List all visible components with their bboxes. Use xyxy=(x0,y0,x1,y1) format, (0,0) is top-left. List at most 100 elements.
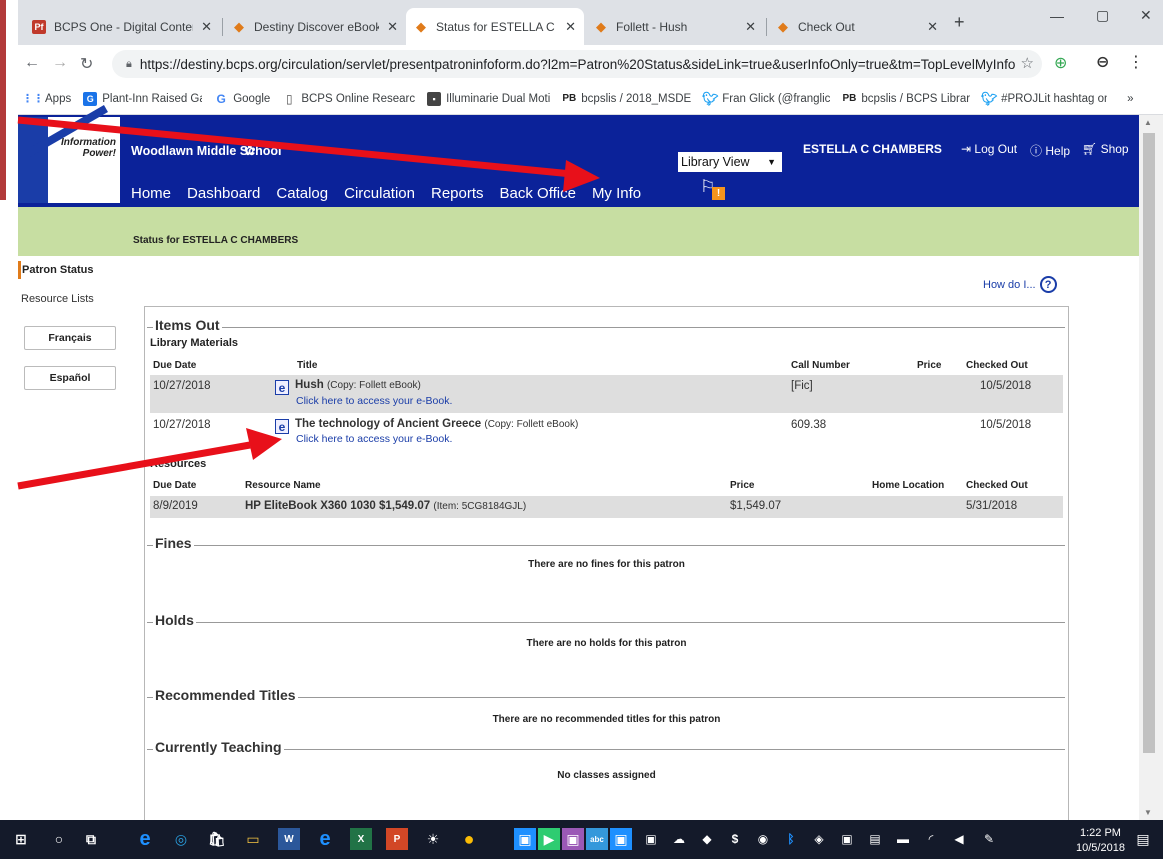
maximize-button[interactable]: ▢ xyxy=(1096,7,1109,24)
ebook-access-link[interactable]: Click here to access your e-Book. xyxy=(296,395,452,407)
bookmark-apps[interactable]: ⋮⋮ Apps xyxy=(22,91,71,106)
alert-badge[interactable]: ! xyxy=(712,187,725,200)
word-icon[interactable]: W xyxy=(278,828,300,850)
extension-icon[interactable]: ⊕ xyxy=(1054,53,1067,73)
cortana-icon[interactable]: ◎ xyxy=(170,828,192,850)
more-bookmarks-icon[interactable]: » xyxy=(1127,93,1133,105)
app-icon[interactable]: ▣ xyxy=(514,828,536,850)
espanol-button[interactable]: Español xyxy=(24,366,116,390)
close-icon[interactable]: ✕ xyxy=(745,19,756,35)
bookmark-plant-inn[interactable]: G Plant-Inn Raised Gar xyxy=(83,91,202,106)
store-icon[interactable]: 🛍︎ xyxy=(206,828,228,850)
bookmark-star-icon[interactable]: ☆ xyxy=(1021,54,1034,72)
tray-icon[interactable]: ▣ xyxy=(836,828,858,850)
file-explorer-icon[interactable]: ▭ xyxy=(242,828,264,850)
dollar-icon[interactable]: $ xyxy=(724,828,746,850)
app-icon[interactable]: ▣ xyxy=(610,828,632,850)
nav-catalog[interactable]: Catalog xyxy=(276,185,328,202)
gear-icon[interactable]: ✿ xyxy=(244,142,256,159)
bookmark-bcps-librar[interactable]: PB bcpslis / BCPS Librar xyxy=(842,91,970,106)
tab-check-out[interactable]: ◆ Check Out ✕ xyxy=(768,8,946,45)
scroll-thumb[interactable] xyxy=(1143,133,1155,753)
app-icon[interactable]: abc xyxy=(586,828,608,850)
bluetooth-icon[interactable]: ᛒ xyxy=(780,828,802,850)
bookmark-fran-glick[interactable]: 🐦︎ Fran Glick (@franglic xyxy=(702,91,830,106)
google-icon: G xyxy=(214,91,229,106)
search-icon[interactable]: ○ xyxy=(48,828,70,850)
profile-icon[interactable]: ⊖ xyxy=(1096,52,1109,72)
app-icon[interactable]: ▶ xyxy=(538,828,560,850)
powerpoint-icon[interactable]: P xyxy=(386,828,408,850)
bookmark-msde[interactable]: PB bcpslis / 2018_MSDE xyxy=(562,91,691,106)
notifications-icon[interactable]: ▤ xyxy=(1132,828,1154,850)
nav-circulation[interactable]: Circulation xyxy=(344,185,415,202)
tab-destiny-discover[interactable]: ◆ Destiny Discover eBooks ✕ xyxy=(224,8,406,45)
left-edge-strip xyxy=(0,0,18,820)
user-name: ESTELLA C CHAMBERS xyxy=(803,142,942,156)
nav-home[interactable]: Home xyxy=(131,185,171,202)
library-view-select[interactable]: Library View ▼ xyxy=(678,152,782,172)
help-link[interactable]: ⓘ Help xyxy=(1030,142,1070,159)
tab-status[interactable]: ◆ Status for ESTELLA C CHAMB ✕ xyxy=(406,8,584,45)
new-tab-button[interactable]: + xyxy=(954,12,965,33)
scroll-up-icon[interactable]: ▲ xyxy=(1144,118,1152,127)
tray-icon[interactable]: ◈ xyxy=(808,828,830,850)
task-view-icon[interactable]: ⧉ xyxy=(80,828,102,850)
pen-icon[interactable]: ✎ xyxy=(978,828,1000,850)
url-input[interactable]: 🔒︎ https://destiny.bcps.org/circulation/… xyxy=(112,50,1042,78)
francais-button[interactable]: Français xyxy=(24,326,116,350)
shop-link[interactable]: 🛒︎ Shop xyxy=(1082,142,1129,156)
item-title[interactable]: The technology of Ancient Greece xyxy=(295,418,481,430)
brightness-icon[interactable]: ☀ xyxy=(422,828,444,850)
tab-bcps-one[interactable]: Pf BCPS One - Digital Content ✕ xyxy=(24,8,220,45)
minimize-button[interactable]: — xyxy=(1050,8,1064,24)
close-icon[interactable]: ✕ xyxy=(927,19,938,35)
wifi-icon[interactable]: ◜ xyxy=(920,828,942,850)
tray-icon[interactable]: ◉ xyxy=(752,828,774,850)
item-title-cell: Hush (Copy: Follett eBook) xyxy=(295,379,421,391)
battery-icon[interactable]: ▬ xyxy=(892,828,914,850)
nav-my-info[interactable]: My Info xyxy=(587,185,646,211)
scroll-down-icon[interactable]: ▼ xyxy=(1144,808,1152,817)
taskbar-clock[interactable]: 1:22 PM 10/5/2018 xyxy=(1076,826,1125,856)
menu-kebab-icon[interactable]: ⋮ xyxy=(1128,52,1144,72)
bookmark-illuminarie[interactable]: ▪ Illuminarie Dual Moti xyxy=(427,91,550,106)
close-window-button[interactable]: ✕ xyxy=(1140,7,1152,24)
excel-icon[interactable]: X xyxy=(350,828,372,850)
windows-start-icon[interactable]: ⊞ xyxy=(10,828,32,850)
reload-icon[interactable]: ↻ xyxy=(80,54,93,74)
cloud-icon[interactable]: ☁ xyxy=(668,828,690,850)
sidebar-item-resource-lists[interactable]: Resource Lists xyxy=(21,293,94,305)
nav-dashboard[interactable]: Dashboard xyxy=(187,185,260,202)
tab-follett-hush[interactable]: ◆ Follett - Hush ✕ xyxy=(586,8,764,45)
chrome-icon[interactable]: ● xyxy=(458,828,480,850)
clock-time: 1:22 PM xyxy=(1079,827,1121,839)
sidebar-item-patron-status[interactable]: Patron Status xyxy=(18,261,118,279)
tray-icon[interactable]: ◆ xyxy=(696,828,718,850)
edge-icon[interactable]: e xyxy=(134,828,156,850)
close-icon[interactable]: ✕ xyxy=(565,19,576,35)
tray-icon[interactable]: ▤ xyxy=(864,828,886,850)
app-icon[interactable]: ▣ xyxy=(562,828,584,850)
close-icon[interactable]: ✕ xyxy=(201,19,212,35)
ebook-icon: e xyxy=(275,419,289,434)
nav-reports[interactable]: Reports xyxy=(431,185,484,202)
nav-back-office[interactable]: Back Office xyxy=(500,185,576,202)
bookmark-google[interactable]: G Google xyxy=(214,91,270,106)
pb-icon: PB xyxy=(842,91,857,106)
item-title[interactable]: Hush xyxy=(295,379,324,391)
close-icon[interactable]: ✕ xyxy=(387,19,398,35)
tray-icon[interactable]: ▣ xyxy=(640,828,662,850)
bookmark-bcps-research[interactable]: ▯ BCPS Online Researc xyxy=(282,91,415,106)
ebook-access-link[interactable]: Click here to access your e-Book. xyxy=(296,433,452,445)
back-arrow-icon[interactable]: ← xyxy=(24,54,40,72)
bookmark-projlit[interactable]: 🐦︎ #PROJLit hashtag on xyxy=(981,91,1107,106)
volume-icon[interactable]: ◀ xyxy=(948,828,970,850)
pf-icon: Pf xyxy=(32,19,46,34)
vertical-scrollbar[interactable]: ▲ ▼ xyxy=(1139,115,1163,820)
forward-arrow-icon[interactable]: → xyxy=(52,54,68,72)
logout-link[interactable]: ⇥ Log Out xyxy=(961,142,1017,156)
ie-icon[interactable]: e xyxy=(314,828,336,850)
how-do-i-link[interactable]: How do I...? xyxy=(983,276,1057,293)
destiny-icon: ◆ xyxy=(416,18,426,34)
